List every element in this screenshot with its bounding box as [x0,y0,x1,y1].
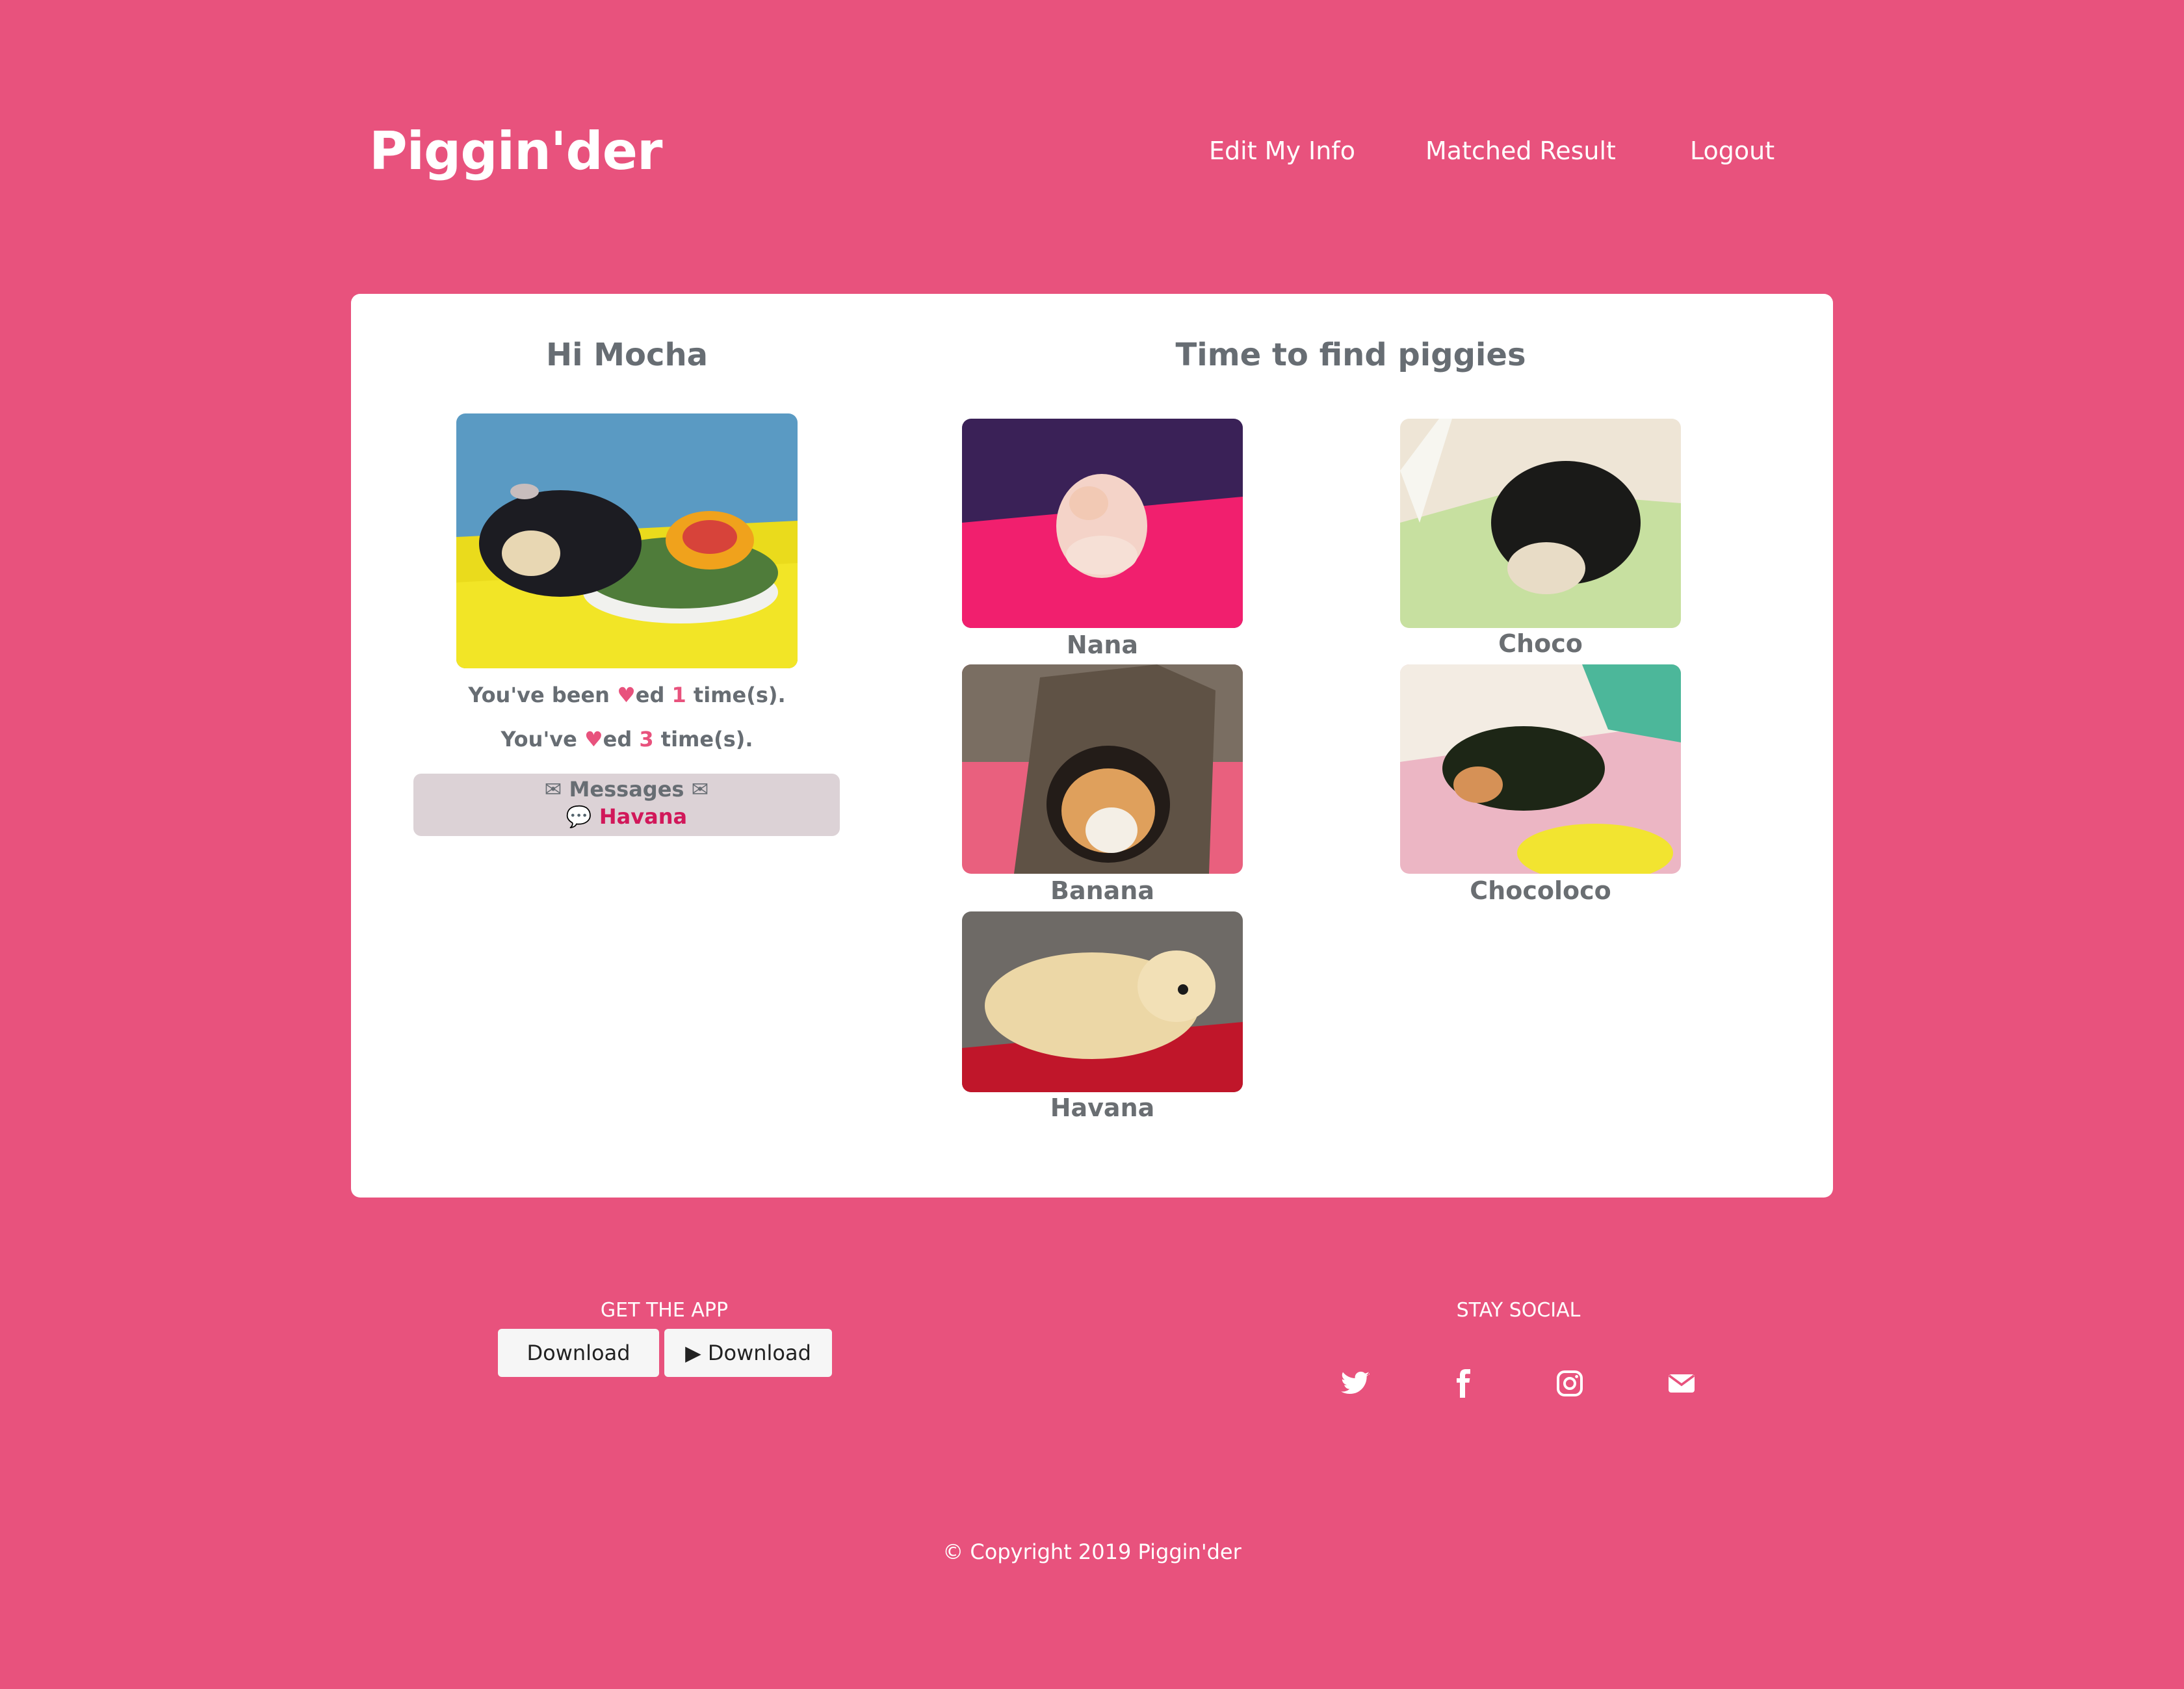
profile-photo [456,413,798,668]
piggy-photo-banana[interactable] [962,664,1243,874]
been-liked-unit: time(s). [686,683,786,707]
been-liked-stat: You've been ♥ed 1 time(s). [351,683,903,707]
piggy-name-chocoloco[interactable]: Chocoloco [1398,876,1684,905]
download-ios-button[interactable]: Download [498,1329,659,1377]
greeting-heading: Hi Mocha [545,337,708,373]
been-liked-suffix: ed [635,683,672,707]
piggy-photo-choco[interactable] [1400,419,1681,628]
download-android-button[interactable]: ▶ Download [664,1329,832,1377]
copyright-text: © Copyright 2019 Piggin'der [942,1539,1242,1564]
liked-unit: time(s). [653,727,753,752]
messages-header: ✉ Messages ✉ [413,777,840,802]
google-play-icon: ▶ [685,1341,701,1365]
envelope-icon: ✉ [544,777,562,802]
liked-count: 3 [639,727,654,752]
brand-logo[interactable]: Piggin'der [369,121,662,181]
facebook-icon[interactable] [1447,1368,1478,1399]
heart-icon: ♥ [584,727,603,752]
messages-box: ✉ Messages ✉ 💬 Havana [413,774,840,836]
liked-suffix: ed [603,727,640,752]
nav-matched-result[interactable]: Matched Result [1425,137,1616,165]
stay-social-label: STAY SOCIAL [1456,1299,1581,1322]
find-piggies-heading: Time to find piggies [1175,337,1526,373]
messages-label: Messages [569,777,684,802]
nav-logout[interactable]: Logout [1690,137,1774,165]
piggy-photo-nana[interactable] [962,419,1243,628]
liked-prefix: You've [500,727,584,752]
mail-icon[interactable] [1666,1368,1697,1399]
message-link-havana[interactable]: 💬 Havana [413,804,840,829]
message-from[interactable]: Havana [599,804,687,829]
comment-icon: 💬 [566,804,592,829]
piggy-name-banana[interactable]: Banana [959,876,1245,905]
piggy-photo-chocoloco[interactable] [1400,664,1681,874]
piggy-name-havana[interactable]: Havana [959,1093,1245,1122]
envelope-icon: ✉ [691,777,709,802]
main-card: Hi Mocha You've been ♥ed 1 time(s). You'… [351,294,1833,1198]
nav-edit-my-info[interactable]: Edit My Info [1209,137,1355,165]
twitter-icon[interactable] [1340,1368,1371,1399]
download-ios-label[interactable]: Download [526,1341,630,1365]
instagram-icon[interactable] [1554,1368,1585,1399]
heart-icon: ♥ [617,683,636,707]
liked-stat: You've ♥ed 3 time(s). [351,727,903,752]
been-liked-count: 1 [671,683,686,707]
download-android-label[interactable]: Download [708,1341,811,1365]
been-liked-prefix: You've been [468,683,618,707]
piggy-name-choco[interactable]: Choco [1398,629,1684,658]
get-app-label: GET THE APP [600,1299,729,1322]
piggy-name-nana[interactable]: Nana [959,631,1245,659]
piggy-photo-havana[interactable] [962,911,1243,1092]
